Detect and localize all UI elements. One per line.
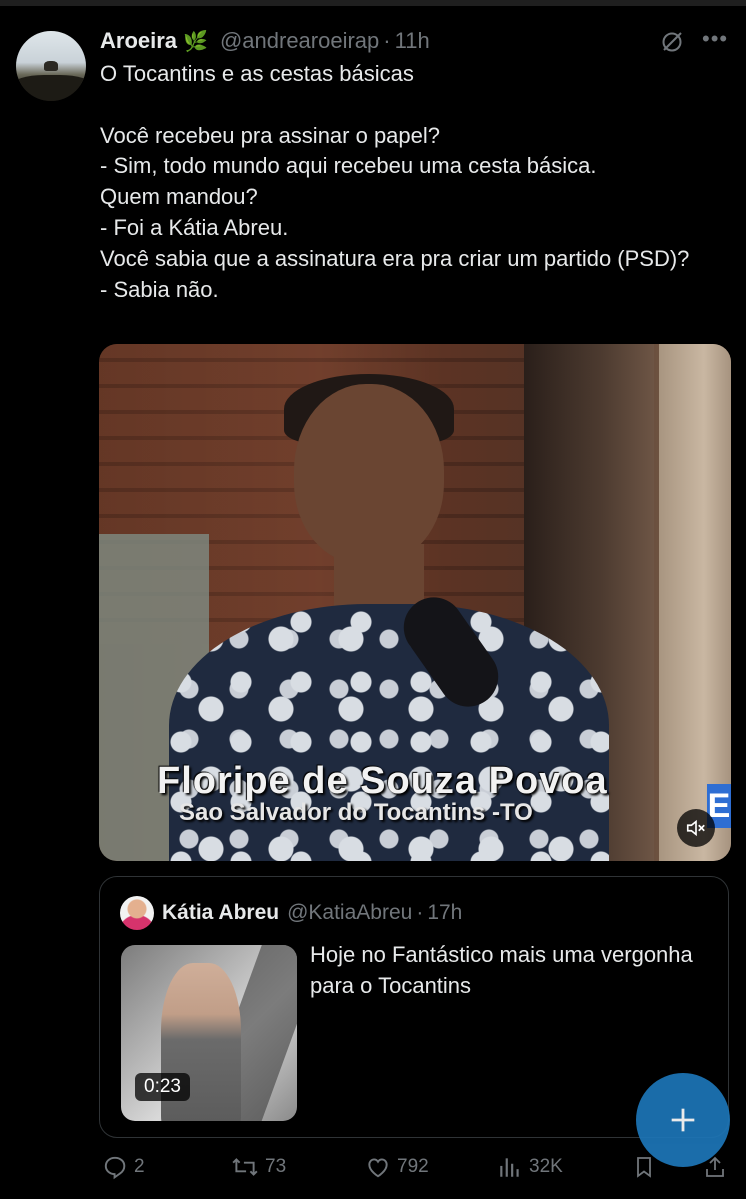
video-woman-face bbox=[294, 384, 444, 564]
plus-icon bbox=[671, 1108, 695, 1132]
quoted-text: Hoje no Fantástico mais uma vergonha par… bbox=[310, 942, 693, 998]
reply-button[interactable]: 2 bbox=[102, 1154, 145, 1180]
quoted-author-avatar[interactable] bbox=[120, 896, 154, 930]
video-duration-badge: 0:23 bbox=[135, 1073, 190, 1101]
views-button[interactable]: 32K bbox=[497, 1154, 563, 1180]
tweet-header: Aroeira 🌿 @andrearoeirap · 11h bbox=[100, 27, 430, 55]
like-button[interactable]: 792 bbox=[365, 1154, 429, 1180]
compose-button[interactable] bbox=[636, 1073, 730, 1167]
heart-icon bbox=[368, 1158, 388, 1178]
tweet-text: O Tocantins e as cestas básicas Você rec… bbox=[100, 61, 690, 302]
views-icon bbox=[500, 1158, 519, 1177]
video-caption-place: Sao Salvador do Tocantins -TO bbox=[179, 799, 533, 826]
quoted-author-handle[interactable]: @KatiaAbreu bbox=[287, 901, 412, 925]
author-handle[interactable]: @andrearoeirap bbox=[220, 28, 379, 54]
tweet-video[interactable]: Floripe de Souza Povoa Sao Salvador do T… bbox=[99, 344, 731, 861]
tweet-time[interactable]: 11h bbox=[395, 28, 430, 54]
avatar-figure bbox=[44, 61, 58, 71]
quoted-header: Kátia Abreu @KatiaAbreu · 17h bbox=[162, 901, 462, 925]
author-avatar[interactable] bbox=[16, 31, 86, 101]
reply-count: 2 bbox=[134, 1156, 145, 1177]
reply-icon bbox=[104, 1156, 126, 1180]
repost-count: 73 bbox=[265, 1156, 287, 1177]
separator-dot: · bbox=[416, 901, 424, 924]
leaf-emoji-badge: 🌿 bbox=[183, 30, 208, 53]
author-name[interactable]: Aroeira bbox=[100, 28, 177, 54]
like-count: 792 bbox=[397, 1156, 429, 1177]
grok-icon[interactable] bbox=[660, 30, 684, 54]
speaker-muted-icon bbox=[686, 819, 705, 837]
quoted-author-name[interactable]: Kátia Abreu bbox=[162, 901, 279, 925]
quoted-time[interactable]: 17h bbox=[427, 901, 462, 925]
views-count: 32K bbox=[529, 1156, 563, 1177]
repost-icon bbox=[232, 1158, 258, 1176]
tweet-actions-bar: 2 73 792 32K bbox=[0, 1150, 746, 1190]
separator-dot: · bbox=[383, 28, 391, 53]
top-divider bbox=[0, 0, 746, 6]
bookmark-icon bbox=[637, 1157, 651, 1178]
more-options-icon[interactable]: ••• bbox=[702, 26, 728, 52]
quoted-tweet[interactable]: Kátia Abreu @KatiaAbreu · 17h 0:23 Hoje … bbox=[99, 876, 729, 1138]
mute-toggle-button[interactable] bbox=[677, 809, 715, 847]
quoted-video-thumbnail[interactable]: 0:23 bbox=[121, 945, 297, 1121]
repost-button[interactable]: 73 bbox=[231, 1154, 286, 1180]
avatar-landscape bbox=[16, 75, 86, 101]
video-caption-name: Floripe de Souza Povoa bbox=[157, 760, 608, 802]
